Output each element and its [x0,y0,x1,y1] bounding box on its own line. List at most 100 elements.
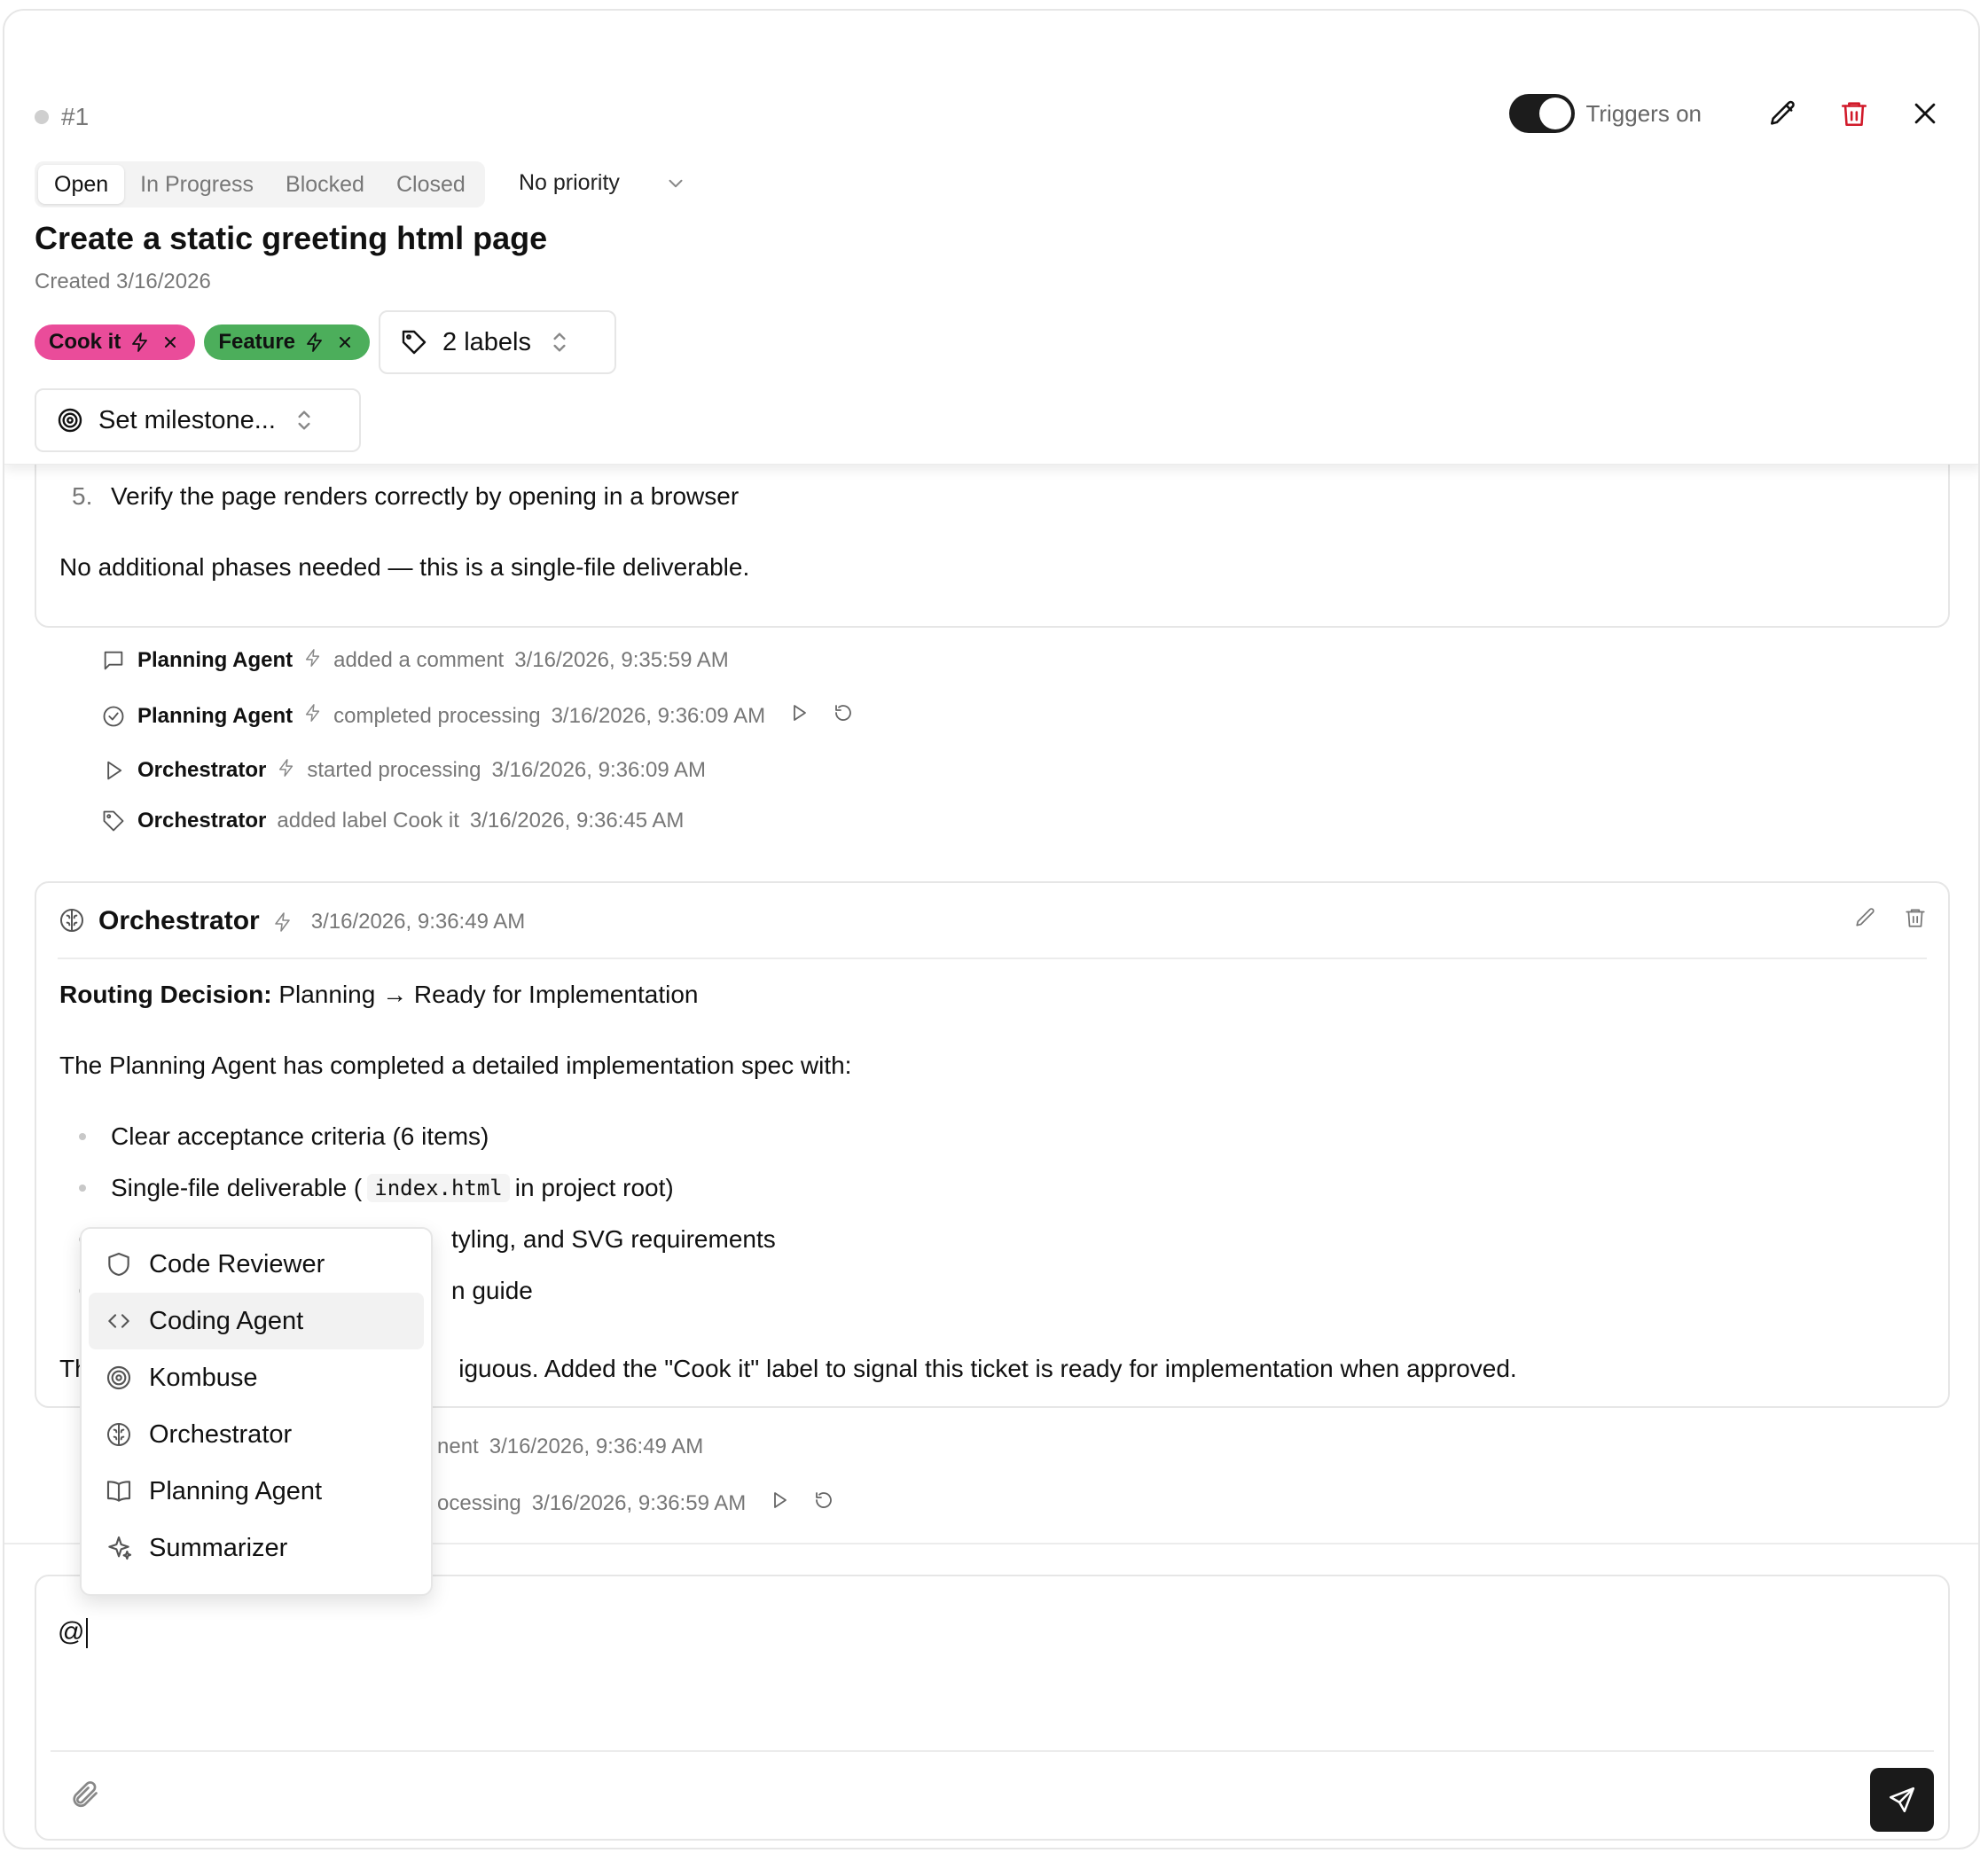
created-date: Created 3/16/2026 [35,270,211,293]
comment-time: 3/16/2026, 9:36:49 AM [310,910,526,934]
mention-dropdown: Code Reviewer Coding Agent Kombuse Orche… [80,1227,433,1596]
bolt-icon [303,703,323,729]
activity-actor: Orchestrator [137,758,267,782]
bolt-icon [272,911,294,937]
activity-actor: Orchestrator [137,809,267,833]
comment-header: Orchestrator 3/16/2026, 9:36:49 AM [58,906,1927,959]
list-item: Verify the page renders correctly by ope… [111,482,740,510]
activity-actor: Planning Agent [137,648,294,672]
target-icon [58,408,82,433]
tab-open[interactable]: Open [38,165,125,204]
tag-icon [402,330,427,355]
priority-select[interactable]: No priority [519,170,687,196]
bolt-icon [277,758,296,784]
mention-item-label: Planning Agent [149,1476,323,1505]
tab-in-progress[interactable]: In Progress [124,165,270,204]
play-icon [794,705,807,721]
edit-button[interactable] [1762,92,1804,135]
status-dot [35,110,49,124]
milestone-select[interactable]: Set milestone... [35,388,361,452]
rotate-icon [816,1492,833,1508]
activity-action: ocessing [437,1490,521,1515]
routing-value: Planning → Ready for Implementation [278,981,699,1008]
inline-code: index.html [367,1174,510,1202]
comment-composer[interactable]: @ [35,1575,1950,1841]
activity-row: Planning Agent completed processing 3/16… [100,702,854,730]
check-circle-icon [100,703,127,730]
activity-row: nent 3/16/2026, 9:36:49 AM [437,1435,703,1459]
page-title: Create a static greeting html page [35,220,548,256]
bolt-icon [307,332,322,352]
shield-icon [108,1252,129,1277]
labels-row: Cook it Feature 2 labels [35,310,617,374]
activity-action: added label Cook it [277,809,459,833]
labels-select[interactable]: 2 labels [379,310,617,374]
target-icon [106,1365,131,1390]
bullet-text: tyling, and SVG requirements [451,1225,776,1253]
activity-time: 3/16/2026, 9:36:45 AM [469,809,685,833]
trash-icon [1906,909,1925,927]
book-icon [106,1481,131,1502]
bullet-text: n guide [451,1277,533,1304]
edit-comment-button[interactable] [1854,906,1877,934]
delete-comment-button[interactable] [1904,906,1927,934]
activity-row: Planning Agent added a comment 3/16/2026… [100,647,729,674]
bolt-icon [132,332,148,352]
activity-action: nent [437,1435,479,1458]
comment-icon [100,647,127,674]
pencil-icon [1856,908,1875,926]
paperclip-icon [73,1781,98,1808]
composer-divider-line [51,1750,1934,1752]
list-number: 5. [72,482,93,510]
activity-action: added a comment [333,648,505,672]
status-tabs: Open In Progress Blocked Closed [35,161,485,207]
replay-button[interactable] [769,1489,790,1517]
tab-closed[interactable]: Closed [380,165,481,204]
label-chip-text: Cook it [49,330,121,354]
bullet-text-pre: Single-file deliverable ( [111,1174,363,1201]
retry-button[interactable] [813,1489,834,1517]
activity-row: Orchestrator started processing 3/16/202… [100,757,706,784]
remove-label-icon[interactable] [160,332,181,353]
chevron-down-icon [669,179,683,187]
activity-time: 3/16/2026, 9:35:59 AM [514,648,729,672]
activity-row: Orchestrator added label Cook it 3/16/20… [100,808,684,834]
bolt-icon [303,648,323,674]
mention-item-orchestrator[interactable]: Orchestrator [89,1406,424,1463]
activity-action: completed processing [333,703,541,728]
bullet-text-post: in project root) [514,1174,674,1201]
text-caret [86,1618,89,1649]
delete-button[interactable] [1833,92,1875,135]
mention-item-label: Code Reviewer [149,1249,325,1278]
comment-input[interactable]: @ [58,1617,89,1649]
replay-button[interactable] [788,702,810,730]
mention-item-coding-agent[interactable]: Coding Agent [89,1293,424,1349]
mention-item-planning-agent[interactable]: Planning Agent [89,1463,424,1520]
chevron-up-down-icon [298,410,310,430]
retry-button[interactable] [833,702,854,730]
activity-time: 3/16/2026, 9:36:09 AM [551,703,766,728]
triggers-label: Triggers on [1585,99,1702,127]
activity-row: ocessing 3/16/2026, 9:36:59 AM [437,1489,834,1517]
attach-button[interactable] [68,1779,104,1814]
tab-blocked[interactable]: Blocked [270,165,380,204]
close-button[interactable] [1904,92,1946,135]
rotate-icon [835,705,852,721]
activity-time: 3/16/2026, 9:36:09 AM [491,758,707,782]
mention-item-summarizer[interactable]: Summarizer [89,1520,424,1576]
activity-action: started processing [307,758,481,782]
routing-label: Routing Decision: [59,981,272,1008]
triggers-toggle[interactable] [1509,94,1576,133]
send-button[interactable] [1870,1768,1934,1832]
comment-paragraph: No additional phases needed — this is a … [59,553,750,581]
send-icon [1889,1787,1915,1813]
comment-actions [1854,906,1927,934]
brain-icon [58,906,86,939]
remove-label-icon[interactable] [334,332,356,353]
milestone-placeholder: Set milestone... [98,405,276,434]
mention-item-code-reviewer[interactable]: Code Reviewer [89,1236,424,1293]
mention-item-kombuse[interactable]: Kombuse [89,1349,424,1406]
label-chip-cook-it: Cook it [35,324,196,360]
labels-summary: 2 labels [442,327,531,356]
mention-item-label: Coding Agent [149,1306,304,1335]
